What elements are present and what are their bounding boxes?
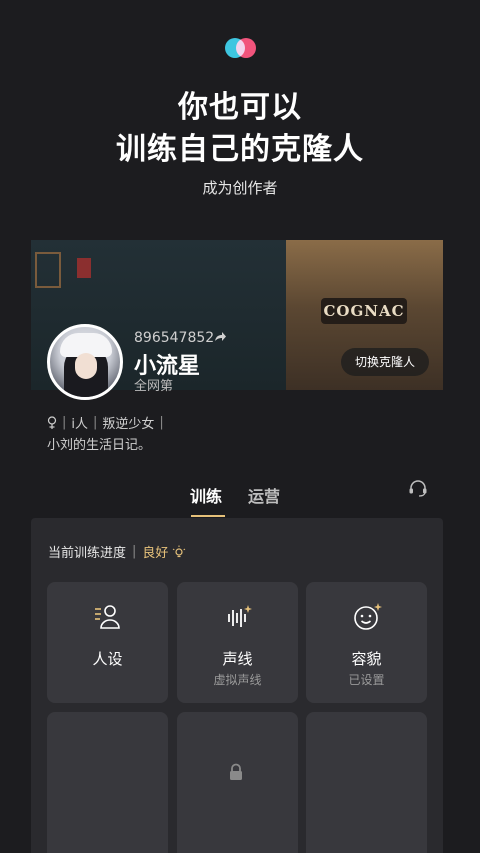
female-icon: [47, 415, 57, 429]
profile-bio: 小刘的生活日记。: [47, 438, 152, 453]
training-progress: 当前训练进度 | 良好: [48, 542, 186, 561]
tab-operation[interactable]: 运营: [248, 483, 280, 507]
lock-icon: [230, 763, 242, 780]
tab-train[interactable]: 训练: [190, 483, 222, 507]
progress-label: 当前训练进度: [48, 546, 127, 561]
card-locked[interactable]: [177, 712, 298, 853]
active-tab-indicator: [191, 515, 225, 517]
headset-icon[interactable]: [407, 479, 429, 497]
user-id: 896547852: [134, 330, 215, 346]
app-logo: [225, 38, 257, 60]
card-title: 容貌: [351, 650, 382, 668]
avatar[interactable]: [47, 324, 123, 400]
card-locked[interactable]: [47, 712, 168, 853]
card-persona[interactable]: 人设: [47, 582, 168, 703]
avatar-face: [75, 353, 97, 379]
headline-line-2: 训练自己的克隆人: [116, 132, 364, 167]
profile-tags: | i人 | 叛逆少女 |: [47, 413, 169, 432]
tag-item: i人: [71, 417, 89, 432]
face-sparkle-icon: [354, 603, 382, 630]
card-appearance[interactable]: 容貌 已设置: [306, 582, 427, 703]
progress-separator: |: [132, 544, 137, 559]
card-locked[interactable]: [306, 712, 427, 853]
card-title: 声线: [222, 650, 253, 668]
profile-rank: 全网第: [134, 379, 174, 394]
tag-separator: |: [159, 415, 164, 430]
card-voice[interactable]: 声线 虚拟声线: [177, 582, 298, 703]
card-title: 人设: [92, 650, 123, 668]
switch-clone-button[interactable]: 切换克隆人: [341, 348, 429, 376]
progress-value: 良好: [142, 546, 169, 561]
banner-sign: COGNAC: [321, 298, 407, 324]
persona-icon: [95, 605, 120, 629]
banner-frame: [35, 252, 61, 288]
voice-wave-icon: [228, 605, 252, 627]
tag-separator: |: [93, 415, 98, 430]
tag-separator: |: [62, 415, 67, 430]
card-subtitle: 虚拟声线: [213, 673, 262, 687]
headline-line-1: 你也可以: [178, 90, 302, 125]
become-creator-link[interactable]: 成为创作者: [0, 177, 480, 198]
share-icon[interactable]: [213, 330, 227, 344]
banner-frame-red: [77, 258, 91, 278]
logo-circle-right: [236, 38, 256, 58]
tag-item: 叛逆少女: [102, 417, 155, 432]
card-subtitle: 已设置: [348, 673, 385, 687]
bulb-icon: [173, 545, 186, 557]
